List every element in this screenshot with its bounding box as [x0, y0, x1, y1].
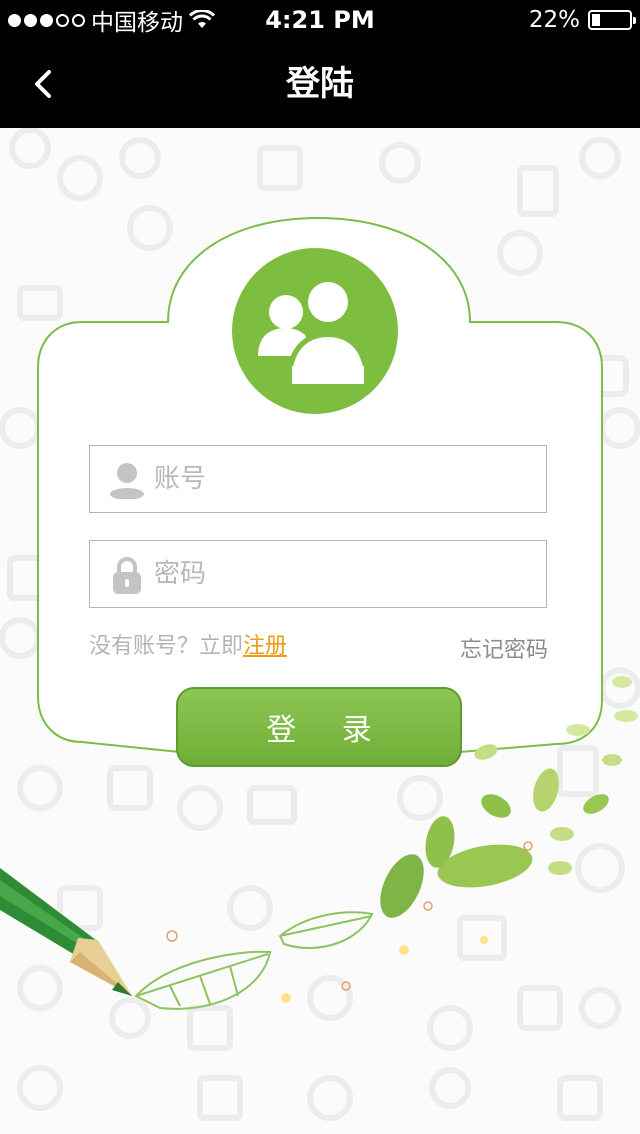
forgot-password-link[interactable]: 忘记密码 — [460, 632, 548, 664]
users-icon — [258, 279, 370, 384]
pencil-decoration — [0, 868, 132, 996]
no-account-text: 没有账号？立即 — [89, 634, 244, 659]
register-row: 没有账号？立即注册 — [89, 628, 287, 660]
password-field[interactable] — [89, 540, 547, 608]
username-input[interactable] — [154, 446, 534, 512]
register-link[interactable]: 注册 — [243, 634, 287, 659]
lock-icon — [113, 557, 141, 594]
password-input[interactable] — [154, 541, 534, 607]
user-icon — [110, 463, 144, 499]
avatar — [232, 248, 398, 414]
sketch-leaf-decoration — [134, 911, 374, 1010]
username-field[interactable] — [89, 445, 547, 513]
login-button[interactable]: 登 录 — [176, 687, 462, 767]
